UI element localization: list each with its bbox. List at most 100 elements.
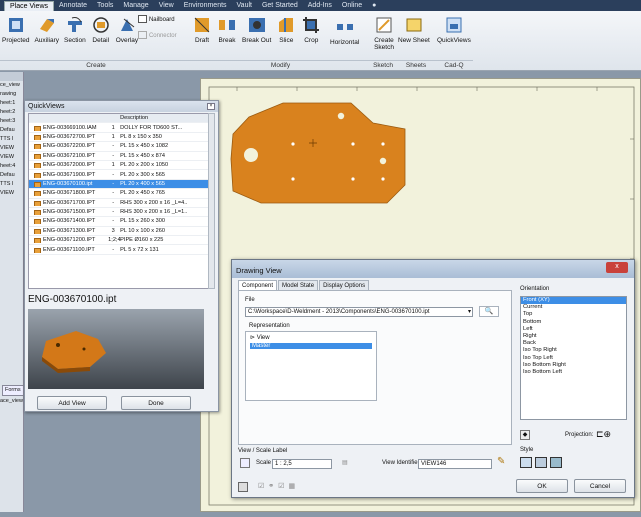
ok-button[interactable]: OK	[516, 479, 568, 493]
scale-visibility-icon[interactable]: ▤	[342, 459, 348, 466]
browser-item[interactable]: VIEW	[0, 189, 23, 198]
tab-place-views[interactable]: Place Views	[4, 0, 55, 11]
tab-get-started[interactable]: Get Started	[257, 2, 303, 9]
custom-view-button[interactable]: ◆	[520, 430, 530, 440]
tab-environments[interactable]: Environments	[179, 2, 232, 9]
create-sketch-button[interactable]: Create Sketch	[370, 15, 398, 51]
slice-button[interactable]: Slice	[276, 15, 296, 44]
grid-icon[interactable]: ▦	[288, 482, 295, 490]
table-row[interactable]: ENG-003671800.IPT - PL 20 x 450 x 765	[29, 189, 209, 199]
close-button[interactable]: x	[606, 262, 628, 273]
quickviews-rows: ENG-003669100.IAM 1 DOLLY FOR TD600 ST... E…	[29, 123, 209, 255]
checkbox-icon[interactable]: ☑	[258, 482, 264, 490]
orientation-item[interactable]: Current	[521, 304, 626, 311]
orientation-item[interactable]: Iso Top Right	[521, 347, 626, 354]
detail-button[interactable]: Detail	[91, 15, 111, 44]
row-description: DOLLY FOR TD600 ST...	[120, 124, 183, 131]
browser-item[interactable]: VIEW	[0, 144, 23, 153]
orientation-item[interactable]: Bottom	[521, 319, 626, 326]
break-button[interactable]: Break	[217, 15, 237, 44]
tab-manage[interactable]: Manage	[118, 2, 153, 9]
draft-icon	[194, 17, 210, 33]
chevron-down-icon[interactable]: ▾	[468, 308, 471, 315]
scale-field[interactable]: 1 : 2,5	[272, 459, 332, 469]
hidden-line-removed-icon[interactable]	[535, 457, 547, 468]
table-row[interactable]: ENG-003670100.ipt - PL 20 x 400 x 565	[29, 179, 209, 190]
browser-item[interactable]: Defau	[0, 126, 23, 135]
connector-button[interactable]: Connector	[138, 31, 177, 39]
browser-item[interactable]: Defau	[0, 171, 23, 180]
orientation-item[interactable]: Back	[521, 340, 626, 347]
forms-tab[interactable]: Forms	[2, 385, 24, 396]
table-row[interactable]: ENG-003671900.IPT - PL 20 x 300 x 565	[29, 170, 209, 180]
projection-icon[interactable]: ⊏⊕	[596, 429, 611, 440]
checkbox-icon[interactable]: ☑	[278, 482, 284, 490]
browser-item[interactable]: heet:2	[0, 108, 23, 117]
browser-item[interactable]: heet:1	[0, 99, 23, 108]
shaded-icon[interactable]	[550, 457, 562, 468]
tab-component[interactable]: Component	[238, 280, 278, 290]
hidden-line-icon[interactable]	[520, 457, 532, 468]
break-out-button[interactable]: Break Out	[242, 15, 271, 44]
tab-extra[interactable]: ●	[367, 2, 381, 9]
add-view-button[interactable]: Add View	[37, 396, 107, 410]
table-row[interactable]: ENG-003671100.IPT - PL 5 x 72 x 131	[29, 245, 209, 255]
nailboard-button[interactable]: Nailboard	[138, 15, 175, 23]
tab-model-state[interactable]: Model State	[278, 280, 319, 290]
crop-button[interactable]: Crop	[301, 15, 321, 44]
new-sheet-button[interactable]: New Sheet	[398, 15, 430, 44]
table-row[interactable]: ENG-003671300.IPT 3 PL 10 x 100 x 260	[29, 227, 209, 237]
table-row[interactable]: ENG-003672200.IPT - PL 15 x 450 x 1082	[29, 142, 209, 152]
table-row[interactable]: ENG-003671200.IPT 1;2;4 PIPE Ø160 x 225	[29, 236, 209, 246]
browser-item[interactable]: ace_view	[0, 397, 23, 406]
view-rep-value[interactable]: Master	[250, 343, 372, 349]
draft-button[interactable]: Draft	[192, 15, 212, 44]
tab-display-options[interactable]: Display Options	[319, 280, 370, 290]
orientation-item[interactable]: Right	[521, 333, 626, 340]
tab-view[interactable]: View	[154, 2, 179, 9]
auxiliary-button[interactable]: Auxiliary	[34, 15, 59, 44]
table-row[interactable]: ENG-003671700.IPT - RHS 300 x 200 x 16 _L=…	[29, 199, 209, 208]
scale-toggle-button[interactable]	[240, 458, 250, 468]
orientation-item[interactable]: Front (XY)	[521, 297, 626, 305]
orientation-item[interactable]: Left	[521, 326, 626, 333]
table-row[interactable]: ENG-003669100.IAM 1 DOLLY FOR TD600 ST...	[29, 123, 209, 133]
done-button[interactable]: Done	[121, 396, 191, 410]
cancel-button[interactable]: Cancel	[574, 479, 626, 493]
view-identifier-field[interactable]: VIEW146	[418, 459, 492, 469]
table-row[interactable]: ENG-003672700.IPT 1 PL 8 x 150 x 350	[29, 133, 209, 143]
browser-item[interactable]: rawing	[0, 90, 23, 99]
table-row[interactable]: ENG-003671400.IPT - PL 15 x 260 x 300	[29, 217, 209, 227]
orientation-item[interactable]: Iso Bottom Left	[521, 369, 626, 376]
projected-button[interactable]: Projected	[2, 15, 29, 44]
help-icon[interactable]	[238, 482, 248, 492]
overlay-button[interactable]: Overlay	[116, 15, 138, 44]
browser-item[interactable]: heet:3	[0, 117, 23, 126]
table-row[interactable]: ENG-003672000.IPT 1 PL 20 x 200 x 1050	[29, 161, 209, 171]
tab-add-ins[interactable]: Add-Ins	[303, 2, 337, 9]
table-row[interactable]: ENG-003671500.IPT - RHS 300 x 200 x 16 _L=…	[29, 208, 209, 218]
table-row[interactable]: ENG-003672100.IPT - PL 15 x 450 x 874	[29, 152, 209, 161]
browser-item[interactable]: ce_view	[0, 81, 23, 90]
edit-label-icon[interactable]: ✎	[497, 456, 505, 467]
section-button[interactable]: Section	[64, 15, 86, 44]
close-icon[interactable]: ×	[207, 103, 215, 110]
plate-part-view[interactable]	[230, 102, 406, 204]
browser-item[interactable]: TTS I	[0, 180, 23, 189]
browser-item[interactable]: heet:4	[0, 162, 23, 171]
orientation-item[interactable]: Top	[521, 311, 626, 318]
orientation-item[interactable]: Iso Top Left	[521, 355, 626, 362]
horizontal-button[interactable]: Horizontal	[330, 17, 359, 46]
scrollbar[interactable]	[208, 113, 215, 289]
quickviews-button[interactable]: QuickViews	[437, 15, 471, 44]
link-icon[interactable]: ⚭	[268, 482, 274, 490]
file-path-field[interactable]: C:\Workspace\D-Weldment - 2013\Component…	[245, 307, 473, 317]
tab-vault[interactable]: Vault	[232, 2, 257, 9]
browser-item[interactable]: TTS I	[0, 135, 23, 144]
tab-tools[interactable]: Tools	[92, 2, 118, 9]
tab-annotate[interactable]: Annotate	[54, 2, 92, 9]
orientation-item[interactable]: Iso Bottom Right	[521, 362, 626, 369]
tab-online[interactable]: Online	[337, 2, 367, 9]
open-file-button[interactable]: 🔍	[479, 306, 499, 317]
browser-item[interactable]: VIEW	[0, 153, 23, 162]
